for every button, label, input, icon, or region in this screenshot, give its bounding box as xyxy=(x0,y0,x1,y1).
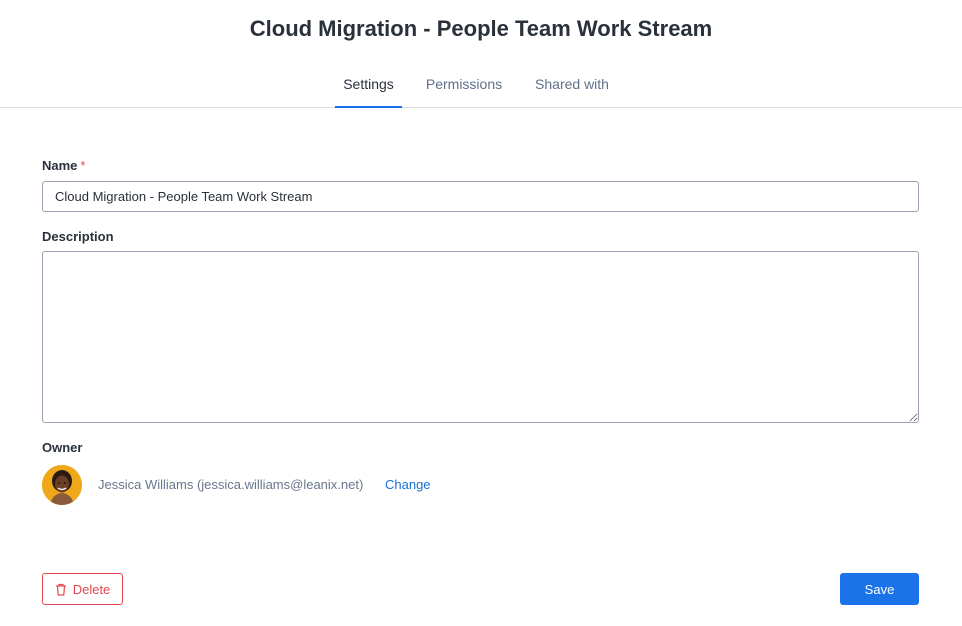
delete-button[interactable]: Delete xyxy=(42,573,123,605)
tab-shared-with[interactable]: Shared with xyxy=(526,66,618,108)
name-label: Name * xyxy=(42,158,85,173)
owner-name: Jessica Williams (jessica.williams@leani… xyxy=(98,477,364,492)
tab-settings[interactable]: Settings xyxy=(335,66,402,108)
required-marker: * xyxy=(80,158,86,173)
name-label-text: Name xyxy=(42,158,78,173)
tab-bar: Settings Permissions Shared with xyxy=(0,66,962,108)
page-title: Cloud Migration - People Team Work Strea… xyxy=(249,16,713,41)
delete-label: Delete xyxy=(72,581,111,597)
tab-permissions[interactable]: Permissions xyxy=(418,66,510,108)
change-owner-link[interactable]: Change xyxy=(385,477,431,492)
avatar xyxy=(42,465,82,505)
name-input[interactable] xyxy=(42,181,919,212)
description-label: Description xyxy=(42,229,114,244)
save-button[interactable]: Save xyxy=(840,573,919,605)
trash-icon xyxy=(55,583,67,596)
owner-label: Owner xyxy=(42,440,83,455)
description-textarea[interactable] xyxy=(42,251,919,423)
